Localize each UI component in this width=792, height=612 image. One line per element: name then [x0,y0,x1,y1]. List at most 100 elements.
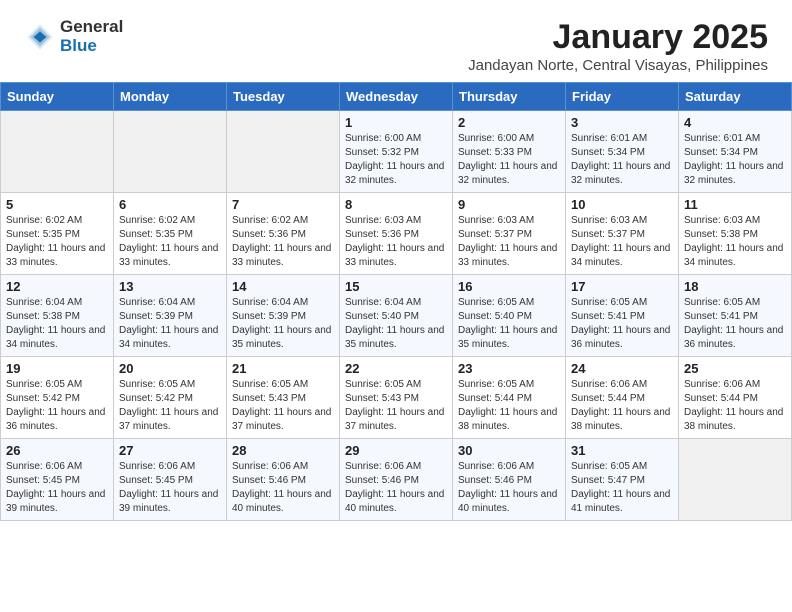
day-number: 3 [571,115,673,130]
day-number: 17 [571,279,673,294]
weekday-header-sunday: Sunday [1,83,114,111]
day-info: Sunrise: 6:05 AM Sunset: 5:47 PM Dayligh… [571,460,673,516]
day-info: Sunrise: 6:04 AM Sunset: 5:39 PM Dayligh… [119,296,221,352]
calendar-cell: 2Sunrise: 6:00 AM Sunset: 5:33 PM Daylig… [453,111,566,193]
day-number: 4 [684,115,786,130]
day-info: Sunrise: 6:05 AM Sunset: 5:43 PM Dayligh… [345,378,447,434]
day-number: 18 [684,279,786,294]
calendar-cell: 5Sunrise: 6:02 AM Sunset: 5:35 PM Daylig… [1,193,114,275]
day-number: 14 [232,279,334,294]
day-info: Sunrise: 6:02 AM Sunset: 5:36 PM Dayligh… [232,214,334,270]
day-info: Sunrise: 6:05 AM Sunset: 5:41 PM Dayligh… [684,296,786,352]
day-info: Sunrise: 6:01 AM Sunset: 5:34 PM Dayligh… [684,132,786,188]
page-header: General Blue January 2025 Jandayan Norte… [0,0,792,82]
day-number: 9 [458,197,560,212]
day-info: Sunrise: 6:00 AM Sunset: 5:32 PM Dayligh… [345,132,447,188]
logo: General Blue [24,18,123,55]
calendar-cell: 26Sunrise: 6:06 AM Sunset: 5:45 PM Dayli… [1,439,114,521]
calendar-week-row: 5Sunrise: 6:02 AM Sunset: 5:35 PM Daylig… [1,193,792,275]
day-info: Sunrise: 6:04 AM Sunset: 5:39 PM Dayligh… [232,296,334,352]
day-info: Sunrise: 6:06 AM Sunset: 5:45 PM Dayligh… [6,460,108,516]
day-info: Sunrise: 6:05 AM Sunset: 5:41 PM Dayligh… [571,296,673,352]
calendar-cell [114,111,227,193]
day-number: 28 [232,443,334,458]
day-number: 16 [458,279,560,294]
logo-general-text: General [60,18,123,37]
day-info: Sunrise: 6:05 AM Sunset: 5:42 PM Dayligh… [6,378,108,434]
calendar-cell: 31 Sunrise: 6:05 AM Sunset: 5:47 PM Dayli… [566,439,679,521]
location-title: Jandayan Norte, Central Visayas, Philipp… [468,57,768,74]
day-number: 12 [6,279,108,294]
day-info: Sunrise: 6:01 AM Sunset: 5:34 PM Dayligh… [571,132,673,188]
calendar-week-row: 19Sunrise: 6:05 AM Sunset: 5:42 PM Dayli… [1,357,792,439]
calendar-cell: 30 Sunrise: 6:06 AM Sunset: 5:46 PM Dayli… [453,439,566,521]
calendar-cell: 18 Sunrise: 6:05 AM Sunset: 5:41 PM Dayli… [679,275,792,357]
calendar-cell: 14 Sunrise: 6:04 AM Sunset: 5:39 PM Dayli… [227,275,340,357]
day-info: Sunrise: 6:03 AM Sunset: 5:37 PM Dayligh… [458,214,560,270]
calendar-table: SundayMondayTuesdayWednesdayThursdayFrid… [0,82,792,521]
calendar-cell: 23 Sunrise: 6:05 AM Sunset: 5:44 PM Dayli… [453,357,566,439]
day-info: Sunrise: 6:04 AM Sunset: 5:38 PM Dayligh… [6,296,108,352]
logo-blue-text: Blue [60,37,123,56]
calendar-cell: 16 Sunrise: 6:05 AM Sunset: 5:40 PM Dayli… [453,275,566,357]
day-info: Sunrise: 6:02 AM Sunset: 5:35 PM Dayligh… [119,214,221,270]
weekday-header-monday: Monday [114,83,227,111]
day-number: 13 [119,279,221,294]
calendar-cell: 6 Sunrise: 6:02 AM Sunset: 5:35 PM Daylig… [114,193,227,275]
calendar-cell: 15Sunrise: 6:04 AM Sunset: 5:40 PM Dayli… [340,275,453,357]
calendar-cell: 9 Sunrise: 6:03 AM Sunset: 5:37 PM Daylig… [453,193,566,275]
month-title: January 2025 [468,18,768,57]
calendar-cell: 12 Sunrise: 6:04 AM Sunset: 5:38 PM Dayli… [1,275,114,357]
day-number: 27 [119,443,221,458]
calendar-week-row: 12 Sunrise: 6:04 AM Sunset: 5:38 PM Dayli… [1,275,792,357]
weekday-header-friday: Friday [566,83,679,111]
title-block: January 2025 Jandayan Norte, Central Vis… [468,18,768,74]
day-info: Sunrise: 6:05 AM Sunset: 5:44 PM Dayligh… [458,378,560,434]
day-info: Sunrise: 6:06 AM Sunset: 5:44 PM Dayligh… [571,378,673,434]
calendar-cell: 28Sunrise: 6:06 AM Sunset: 5:46 PM Dayli… [227,439,340,521]
day-number: 10 [571,197,673,212]
calendar-cell: 7 Sunrise: 6:02 AM Sunset: 5:36 PM Daylig… [227,193,340,275]
calendar-cell: 24 Sunrise: 6:06 AM Sunset: 5:44 PM Dayli… [566,357,679,439]
day-number: 22 [345,361,447,376]
weekday-header-thursday: Thursday [453,83,566,111]
day-number: 6 [119,197,221,212]
calendar-week-row: 26Sunrise: 6:06 AM Sunset: 5:45 PM Dayli… [1,439,792,521]
day-info: Sunrise: 6:05 AM Sunset: 5:42 PM Dayligh… [119,378,221,434]
day-info: Sunrise: 6:03 AM Sunset: 5:38 PM Dayligh… [684,214,786,270]
day-number: 15 [345,279,447,294]
day-info: Sunrise: 6:06 AM Sunset: 5:46 PM Dayligh… [458,460,560,516]
day-info: Sunrise: 6:06 AM Sunset: 5:46 PM Dayligh… [345,460,447,516]
day-number: 2 [458,115,560,130]
day-info: Sunrise: 6:06 AM Sunset: 5:45 PM Dayligh… [119,460,221,516]
logo-icon [24,21,56,53]
day-info: Sunrise: 6:06 AM Sunset: 5:44 PM Dayligh… [684,378,786,434]
calendar-cell: 8 Sunrise: 6:03 AM Sunset: 5:36 PM Daylig… [340,193,453,275]
calendar-cell: 13 Sunrise: 6:04 AM Sunset: 5:39 PM Dayli… [114,275,227,357]
calendar-cell: 19Sunrise: 6:05 AM Sunset: 5:42 PM Dayli… [1,357,114,439]
day-number: 24 [571,361,673,376]
day-number: 1 [345,115,447,130]
day-number: 21 [232,361,334,376]
calendar-cell: 27 Sunrise: 6:06 AM Sunset: 5:45 PM Dayli… [114,439,227,521]
day-number: 23 [458,361,560,376]
calendar-cell: 17 Sunrise: 6:05 AM Sunset: 5:41 PM Dayli… [566,275,679,357]
day-info: Sunrise: 6:05 AM Sunset: 5:40 PM Dayligh… [458,296,560,352]
day-info: Sunrise: 6:03 AM Sunset: 5:37 PM Dayligh… [571,214,673,270]
calendar-cell: 20Sunrise: 6:05 AM Sunset: 5:42 PM Dayli… [114,357,227,439]
day-number: 25 [684,361,786,376]
day-number: 30 [458,443,560,458]
weekday-header-tuesday: Tuesday [227,83,340,111]
day-info: Sunrise: 6:03 AM Sunset: 5:36 PM Dayligh… [345,214,447,270]
calendar-cell: 11Sunrise: 6:03 AM Sunset: 5:38 PM Dayli… [679,193,792,275]
day-number: 7 [232,197,334,212]
calendar-cell: 29Sunrise: 6:06 AM Sunset: 5:46 PM Dayli… [340,439,453,521]
day-number: 31 [571,443,673,458]
calendar-cell: 22 Sunrise: 6:05 AM Sunset: 5:43 PM Dayli… [340,357,453,439]
calendar-cell: 21 Sunrise: 6:05 AM Sunset: 5:43 PM Dayli… [227,357,340,439]
day-number: 8 [345,197,447,212]
calendar-cell: 25 Sunrise: 6:06 AM Sunset: 5:44 PM Dayli… [679,357,792,439]
calendar-cell [679,439,792,521]
day-info: Sunrise: 6:05 AM Sunset: 5:43 PM Dayligh… [232,378,334,434]
calendar-cell: 3 Sunrise: 6:01 AM Sunset: 5:34 PM Daylig… [566,111,679,193]
